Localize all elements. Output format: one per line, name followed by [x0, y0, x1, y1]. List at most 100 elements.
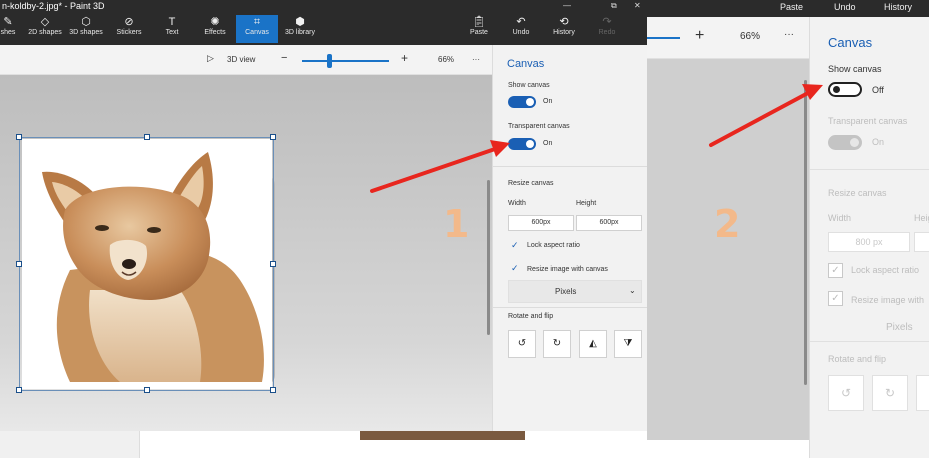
close-icon[interactable]: ✕	[634, 0, 641, 12]
lock-aspect-checkbox-right[interactable]: ✓	[828, 263, 843, 278]
rotate-left-button-right[interactable]: ↺	[828, 375, 864, 411]
ribbon-tool-stickers[interactable]: ⊘ Stickers	[112, 15, 146, 43]
effects-icon: ✺	[210, 16, 220, 28]
bottom-image-fragment	[360, 431, 525, 440]
resize-image-checkbox[interactable]: ✓	[511, 263, 519, 274]
canvas-workspace-right[interactable]	[647, 59, 809, 440]
zoom-in-button-right[interactable]: +	[695, 27, 704, 45]
paste-button-right[interactable]: Paste	[780, 2, 803, 12]
paste-icon: 📋︎	[472, 16, 486, 28]
transparent-canvas-label-right: Transparent canvas	[828, 116, 908, 126]
vertical-scrollbar-right[interactable]	[804, 80, 807, 385]
3d-view-label[interactable]: 3D view	[227, 55, 255, 64]
ribbon-tool-canvas[interactable]: ⌗ Canvas	[236, 15, 278, 43]
lock-aspect-checkbox[interactable]: ✓	[511, 240, 519, 251]
resize-handle-bottom-left[interactable]	[16, 387, 22, 393]
zoom-out-button[interactable]: −	[281, 52, 287, 64]
width-input-right[interactable]: 800 px	[828, 232, 910, 252]
rotate-left-icon: ↺	[840, 386, 852, 400]
divider	[810, 341, 929, 342]
paint3d-window-before: n-koldby-2.jpg* - Paint 3D — ⧉ ✕ ✎ shes …	[0, 0, 647, 431]
transparent-canvas-toggle[interactable]	[508, 138, 536, 150]
undo-button-right[interactable]: Undo	[834, 2, 856, 12]
divider	[493, 307, 647, 308]
show-canvas-label-right: Show canvas	[828, 64, 882, 74]
view-toolbar: ▷ 3D view − + 66% ···	[0, 45, 492, 75]
resize-handle-bottom[interactable]	[144, 387, 150, 393]
height-input-right[interactable]	[914, 232, 929, 252]
width-input[interactable]: 600px	[508, 215, 574, 231]
more-options-button[interactable]: ···	[472, 55, 480, 64]
history-button[interactable]: ⟲ History	[549, 15, 579, 43]
ribbon-tool-brushes[interactable]: ✎ shes	[0, 15, 16, 43]
resize-handle-top[interactable]	[144, 134, 150, 140]
bottom-left-panel	[0, 431, 140, 458]
divider	[493, 166, 647, 167]
show-canvas-toggle-right[interactable]	[828, 82, 862, 97]
vertical-scrollbar[interactable]	[487, 180, 490, 335]
height-input[interactable]: 600px	[576, 215, 642, 231]
ribbon-toolbar: ✎ shes ◇ 2D shapes ⬡ 3D shapes ⊘ Sticker…	[0, 12, 647, 45]
rotate-right-button-right[interactable]: ↻	[872, 375, 908, 411]
chevron-down-icon: ⌄	[629, 286, 636, 295]
zoom-percent-right: 66%	[740, 31, 761, 42]
resize-image-label-right: Resize image with	[851, 295, 925, 305]
zoom-in-button[interactable]: +	[401, 51, 408, 65]
window-title: n-koldby-2.jpg* - Paint 3D	[2, 1, 105, 11]
resize-handle-bottom-right[interactable]	[270, 387, 276, 393]
rotate-right-button[interactable]: ↻	[543, 330, 571, 358]
redo-icon: ↷	[602, 16, 612, 28]
text-icon: T	[168, 16, 176, 28]
panel-title-right: Canvas	[828, 35, 873, 50]
flip-horizontal-button-right[interactable]	[916, 375, 929, 411]
flip-vertical-button[interactable]: ⧩	[614, 330, 642, 358]
resize-handle-right[interactable]	[270, 261, 276, 267]
lock-aspect-label-right: Lock aspect ratio	[851, 265, 920, 275]
more-options-button-right[interactable]: ···	[784, 29, 794, 40]
maximize-icon[interactable]: ⧉	[611, 0, 617, 12]
units-dropdown-right[interactable]: Pixels	[886, 322, 913, 333]
resize-image-checkbox-right[interactable]: ✓	[828, 291, 843, 306]
show-canvas-label: Show canvas	[508, 82, 550, 89]
zoom-percent: 66%	[438, 55, 455, 64]
resize-image-label: Resize image with canvas	[527, 266, 608, 273]
show-canvas-state-right: Off	[872, 85, 884, 95]
zoom-slider-track[interactable]	[302, 60, 389, 62]
height-label: Height	[576, 200, 597, 207]
minimize-icon[interactable]: —	[563, 0, 571, 12]
ribbon-tool-text[interactable]: T Text	[158, 15, 186, 43]
flip-horizontal-button[interactable]: ◭	[579, 330, 607, 358]
zoom-slider-thumb[interactable]	[327, 54, 332, 68]
paint3d-window-after: Paste Undo History + 66% ··· Canvas Show…	[647, 0, 929, 458]
resize-handle-top-left[interactable]	[16, 134, 22, 140]
undo-icon: ↶	[516, 16, 526, 28]
canvas-icon: ⌗	[253, 16, 261, 28]
transparent-canvas-state: On	[543, 140, 553, 147]
view-toolbar-right: + 66% ···	[647, 17, 809, 59]
resize-handle-top-right[interactable]	[270, 134, 276, 140]
transparent-canvas-toggle-right[interactable]	[828, 135, 862, 150]
redo-button[interactable]: ↷ Redo	[594, 15, 620, 43]
show-canvas-toggle[interactable]	[508, 96, 536, 108]
rotate-left-button[interactable]: ↺	[508, 330, 536, 358]
ribbon-tool-3d-library[interactable]: ⬢ 3D library	[282, 15, 318, 43]
paste-button[interactable]: 📋︎ Paste	[466, 15, 492, 43]
rotate-right-icon: ↻	[884, 386, 896, 400]
resize-canvas-label-right: Resize canvas	[828, 188, 887, 198]
show-canvas-state: On	[543, 98, 553, 105]
units-dropdown[interactable]: Pixels ⌄	[508, 280, 642, 303]
3d-shapes-icon: ⬡	[81, 16, 91, 28]
resize-handle-left[interactable]	[16, 261, 22, 267]
rotate-right-icon: ↻	[552, 338, 562, 349]
zoom-slider-track-right[interactable]	[647, 37, 680, 39]
divider	[810, 169, 929, 170]
3d-view-icon[interactable]: ▷	[207, 53, 214, 64]
flip-vertical-icon: ⧩	[623, 338, 633, 349]
ribbon-tool-2d-shapes[interactable]: ◇ 2D shapes	[25, 15, 65, 43]
ribbon-tool-effects[interactable]: ✺ Effects	[199, 15, 231, 43]
ribbon-toolbar-right: Paste Undo History	[647, 0, 929, 17]
history-button-right[interactable]: History	[884, 2, 912, 12]
ribbon-tool-3d-shapes[interactable]: ⬡ 3D shapes	[67, 15, 105, 43]
rotate-flip-label: Rotate and flip	[508, 313, 554, 320]
undo-button[interactable]: ↶ Undo	[508, 15, 534, 43]
